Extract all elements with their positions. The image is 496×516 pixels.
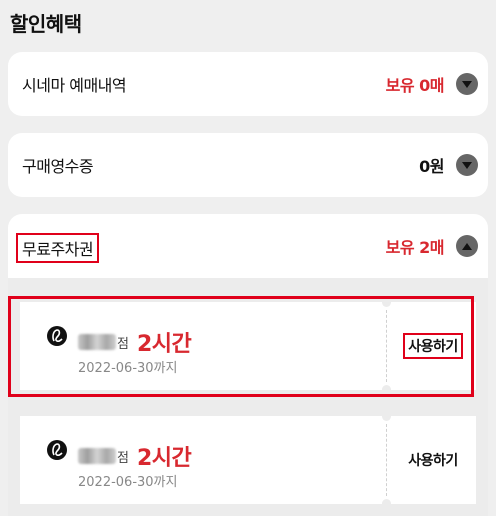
purchase-receipts-label: 구매영수증 xyxy=(22,157,94,176)
coupon-branch: 점 2시간 xyxy=(78,440,192,472)
page-title: 할인혜택 xyxy=(10,12,82,36)
use-coupon-button[interactable]: 사용하기 xyxy=(390,416,476,504)
cinema-bookings-card[interactable]: 시네마 예매내역 보유 0매 xyxy=(8,52,488,116)
discount-benefits-page: 할인혜택 시네마 예매내역 보유 0매 구매영수증 0원 무료주차권 보유 2매 xyxy=(0,0,496,516)
cinema-bookings-label: 시네마 예매내역 xyxy=(22,76,127,95)
cinema-bookings-count: 보유 0매 xyxy=(385,76,445,95)
free-parking-label: 무료주차권 xyxy=(22,240,94,259)
use-coupon-label: 사용하기 xyxy=(408,453,458,469)
free-parking-count: 보유 2매 xyxy=(385,238,445,257)
coupon-expiry: 2022-06-30까지 xyxy=(78,475,178,490)
coupon-divider xyxy=(386,424,387,496)
lotte-logo-icon xyxy=(47,440,67,460)
chevron-up-icon[interactable] xyxy=(456,235,478,257)
chevron-down-icon[interactable] xyxy=(456,73,478,95)
branch-suffix: 점 xyxy=(117,450,129,466)
chevron-down-icon[interactable] xyxy=(456,154,478,176)
purchase-receipts-card[interactable]: 구매영수증 0원 xyxy=(8,133,488,197)
coupon-duration: 2시간 xyxy=(136,446,192,471)
free-parking-label-box: 무료주차권 xyxy=(16,233,100,263)
redacted-branch-name xyxy=(78,448,116,464)
purchase-receipts-amount: 0원 xyxy=(419,157,444,176)
selected-coupon-highlight xyxy=(8,296,474,397)
parking-coupon: 점 2시간 2022-06-30까지 사용하기 xyxy=(20,412,476,508)
